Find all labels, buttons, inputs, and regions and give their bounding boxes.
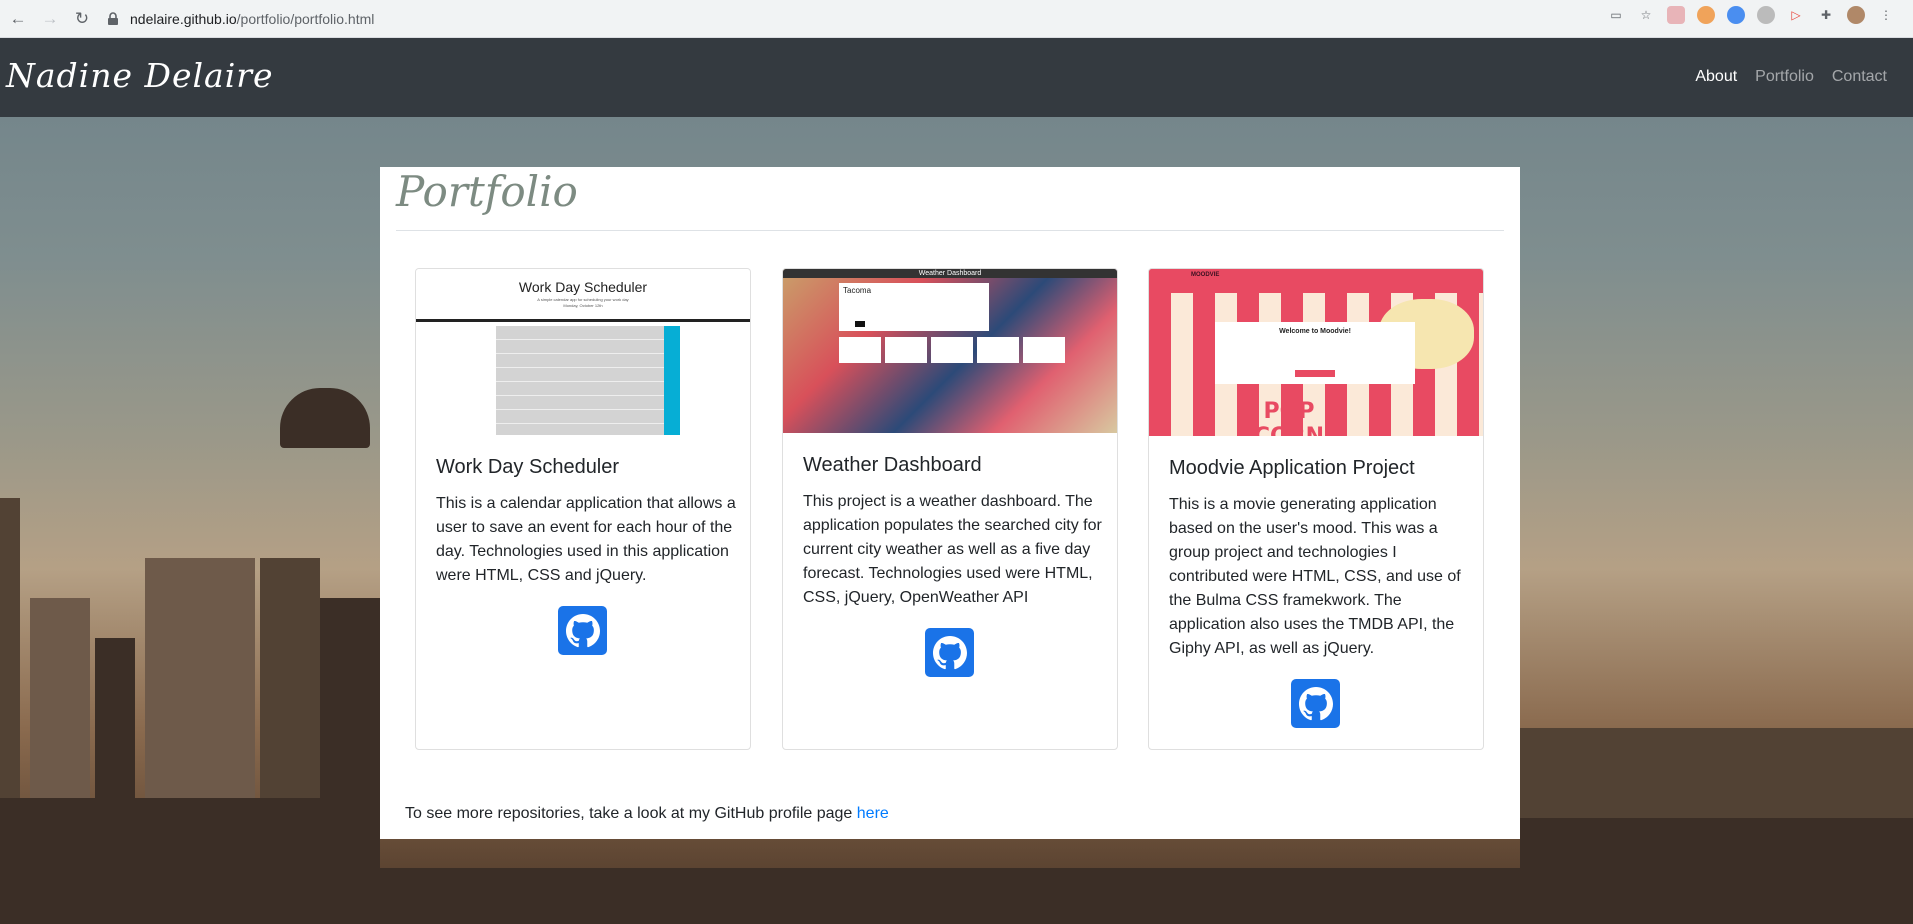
project-thumbnail: Work Day Scheduler A simple calendar app… bbox=[416, 269, 750, 435]
page-title: Portfolio bbox=[396, 167, 578, 216]
thumb-current-weather: Tacoma bbox=[839, 283, 989, 331]
nav-link-portfolio[interactable]: Portfolio bbox=[1755, 68, 1814, 86]
github-icon bbox=[932, 635, 967, 669]
project-card-moodvie: MOODVIE Welcome to Moodvie! POP CORN Moo… bbox=[1148, 268, 1484, 750]
thumb-popcorn-sign: POP CORN bbox=[1254, 399, 1324, 436]
card-title: Work Day Scheduler bbox=[436, 456, 620, 478]
extensions-area: ▭ ☆ ▷ ✚ ⋮ bbox=[1607, 6, 1895, 24]
thumb-header: MOODVIE bbox=[1149, 269, 1483, 293]
project-card-weather-dashboard: Weather Dashboard Tacoma Weather Dashboa… bbox=[782, 268, 1118, 750]
thumb-save-column bbox=[664, 326, 680, 435]
thumb-date: Monday, October 12th bbox=[563, 303, 603, 308]
extension-icon[interactable] bbox=[1667, 6, 1685, 24]
footer-text: To see more repositories, take a look at… bbox=[405, 805, 857, 822]
extension-icon[interactable]: ▷ bbox=[1787, 6, 1805, 24]
bookmark-star-icon[interactable]: ☆ bbox=[1637, 6, 1655, 24]
puzzle-icon[interactable]: ✚ bbox=[1817, 6, 1835, 24]
avatar[interactable] bbox=[1847, 6, 1865, 24]
card-description: This is a calendar application that allo… bbox=[436, 495, 736, 584]
thumb-brand: MOODVIE bbox=[1191, 272, 1220, 278]
thumb-heading: Welcome to Moodvie! bbox=[1279, 328, 1351, 335]
back-icon[interactable]: ← bbox=[4, 5, 32, 33]
card-title: Weather Dashboard bbox=[803, 454, 982, 476]
address-bar[interactable]: ndelaire.github.io/portfolio/portfolio.h… bbox=[98, 4, 1588, 34]
forward-icon[interactable]: → bbox=[36, 5, 64, 33]
github-link-button[interactable] bbox=[925, 628, 974, 677]
url-text: ndelaire.github.io/portfolio/portfolio.h… bbox=[130, 11, 374, 27]
extension-icon[interactable] bbox=[1727, 6, 1745, 24]
github-profile-link[interactable]: here bbox=[857, 805, 889, 822]
cast-icon[interactable]: ▭ bbox=[1607, 6, 1625, 24]
title-divider bbox=[396, 230, 1504, 231]
github-icon bbox=[565, 613, 600, 647]
thumb-title: Work Day Scheduler bbox=[518, 279, 648, 295]
project-thumbnail: MOODVIE Welcome to Moodvie! POP CORN bbox=[1149, 269, 1483, 436]
project-thumbnail: Weather Dashboard Tacoma bbox=[783, 269, 1117, 433]
github-link-button[interactable] bbox=[558, 606, 607, 655]
site-brand[interactable]: Nadine Delaire bbox=[6, 56, 274, 95]
project-card-work-day-scheduler: Work Day Scheduler A simple calendar app… bbox=[415, 268, 751, 750]
portfolio-panel: Portfolio Work Day Scheduler A simple ca… bbox=[380, 167, 1520, 839]
thumb-rule bbox=[416, 319, 750, 322]
menu-dots-icon[interactable]: ⋮ bbox=[1877, 6, 1895, 24]
thumb-subtitle: A simple calendar app for scheduling you… bbox=[537, 297, 629, 302]
card-title: Moodvie Application Project bbox=[1169, 457, 1415, 479]
nav-link-contact[interactable]: Contact bbox=[1832, 68, 1887, 86]
reload-icon[interactable]: ↻ bbox=[68, 5, 96, 33]
nav-link-about[interactable]: About bbox=[1695, 68, 1737, 86]
card-description: This project is a weather dashboard. The… bbox=[803, 493, 1102, 606]
thumb-welcome-box: Welcome to Moodvie! bbox=[1215, 322, 1415, 384]
url-path: /portfolio/portfolio.html bbox=[236, 11, 375, 27]
extension-icon[interactable] bbox=[1697, 6, 1715, 24]
url-host: ndelaire.github.io bbox=[130, 11, 237, 27]
lock-icon bbox=[108, 12, 118, 25]
browser-toolbar: ← → ↻ ndelaire.github.io/portfolio/portf… bbox=[0, 0, 1913, 38]
extension-icon[interactable] bbox=[1757, 6, 1775, 24]
footer-note: To see more repositories, take a look at… bbox=[405, 805, 889, 823]
github-icon bbox=[1298, 686, 1333, 720]
thumb-city: Tacoma bbox=[843, 286, 872, 295]
site-navbar: Nadine Delaire About Portfolio Contact bbox=[0, 38, 1913, 117]
thumb-title: Weather Dashboard bbox=[783, 269, 1117, 278]
card-description: This is a movie generating application b… bbox=[1169, 496, 1461, 657]
nav-links: About Portfolio Contact bbox=[1695, 68, 1887, 86]
github-link-button[interactable] bbox=[1291, 679, 1340, 728]
